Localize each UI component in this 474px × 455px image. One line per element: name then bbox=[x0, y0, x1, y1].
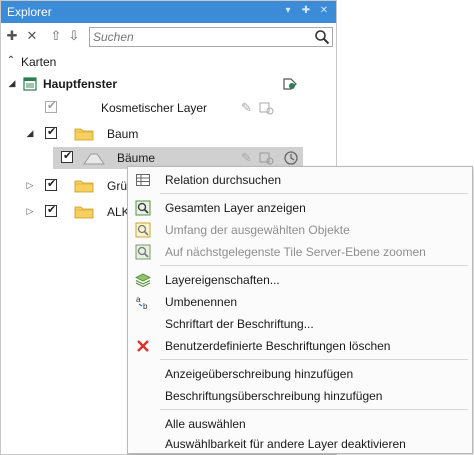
add-icon[interactable]: ✚ bbox=[5, 29, 19, 43]
layer-label: Bäume bbox=[117, 151, 156, 165]
group-checkbox[interactable]: ✔ bbox=[45, 126, 57, 139]
map-node-hauptfenster[interactable]: ◢ Hauptfenster bbox=[1, 73, 336, 95]
search-icon[interactable] bbox=[314, 29, 330, 45]
group-checkbox[interactable]: ✔ bbox=[45, 204, 57, 217]
menu-item-beschriftungsueberschreibung[interactable]: Beschriftungsüberschreibung hinzufügen bbox=[128, 385, 472, 407]
map-icon bbox=[23, 77, 37, 91]
collapse-arrow-icon[interactable]: ⌃ bbox=[6, 56, 16, 66]
explorer-titlebar: Explorer ▾ ✚ ✕ bbox=[1, 1, 336, 23]
folder-icon bbox=[74, 206, 94, 219]
zoom-layer-icon bbox=[135, 200, 151, 216]
group-row-baum[interactable]: ◢ ✔ Baum bbox=[1, 123, 336, 145]
menu-item-umbenennen[interactable]: a b Umbenennen bbox=[128, 291, 472, 313]
menu-item-label: Auf nächstgelegenste Tile Server-Ebene z… bbox=[165, 245, 426, 259]
menu-item-label: Alle auswählen bbox=[165, 417, 246, 431]
pin-icon[interactable]: ✚ bbox=[299, 4, 313, 18]
layers-icon bbox=[135, 273, 151, 288]
panel-title: Explorer bbox=[7, 5, 52, 19]
menu-item-label: Layereigenschaften... bbox=[165, 273, 280, 287]
svg-text:a: a bbox=[136, 295, 141, 304]
map-label: Hauptfenster bbox=[43, 77, 118, 91]
move-down-icon[interactable]: ⇩ bbox=[67, 29, 81, 43]
panel-menu-icon[interactable]: ▾ bbox=[281, 4, 295, 18]
menu-item-label: Beschriftungsüberschreibung hinzufügen bbox=[165, 389, 383, 403]
menu-item-schriftart[interactable]: Schriftart der Beschriftung... bbox=[128, 313, 472, 335]
polygon-layer-icon bbox=[83, 153, 105, 165]
group-checkbox[interactable]: ✔ bbox=[45, 178, 57, 191]
menu-separator bbox=[160, 193, 468, 194]
move-up-icon[interactable]: ⇧ bbox=[49, 29, 63, 43]
section-karten[interactable]: ⌃ Karten bbox=[1, 51, 336, 73]
search-box bbox=[89, 27, 333, 47]
expanded-arrow-icon[interactable]: ◢ bbox=[25, 128, 35, 138]
menu-item-anzeigeueberschreibung[interactable]: Anzeigeüberschreibung hinzufügen bbox=[128, 363, 472, 385]
menu-item-label: Anzeigeüberschreibung hinzufügen bbox=[165, 367, 354, 381]
folder-icon bbox=[74, 180, 94, 193]
menu-item-label: Benutzerdefinierte Beschriftungen lösche… bbox=[165, 339, 391, 353]
menu-item-beschriftungen-loeschen[interactable]: Benutzerdefinierte Beschriftungen lösche… bbox=[128, 335, 472, 357]
layer-options-icon[interactable] bbox=[259, 150, 275, 166]
folder-icon bbox=[74, 128, 94, 141]
delete-icon bbox=[137, 340, 149, 352]
map-settings-icon[interactable] bbox=[282, 76, 298, 92]
visibility-scale-icon[interactable] bbox=[283, 150, 299, 166]
rename-icon: a b bbox=[136, 295, 148, 310]
menu-item-gesamten-layer[interactable]: Gesamten Layer anzeigen bbox=[128, 197, 472, 219]
collapsed-arrow-icon[interactable]: ▷ bbox=[25, 206, 35, 216]
group-label: Grü bbox=[107, 179, 128, 193]
menu-separator bbox=[160, 409, 468, 410]
layer-label: Kosmetischer Layer bbox=[101, 101, 208, 115]
menu-item-label: Umfang der ausgewählten Objekte bbox=[165, 223, 350, 237]
menu-item-label: Schriftart der Beschriftung... bbox=[165, 317, 314, 331]
menu-item-label: Umbenennen bbox=[165, 295, 238, 309]
menu-separator bbox=[160, 359, 468, 360]
zoom-tile-icon bbox=[135, 244, 151, 260]
pencil-icon[interactable]: ✎ bbox=[241, 100, 252, 116]
menu-item-auswaehlbarkeit-deaktivieren[interactable]: Auswählbarkeit für andere Layer deaktivi… bbox=[128, 433, 472, 455]
explorer-toolbar: ✚ ✕ ⇧ ⇩ bbox=[1, 25, 336, 49]
menu-item-label: Relation durchsuchen bbox=[165, 173, 282, 187]
menu-item-label: Auswählbarkeit für andere Layer deaktivi… bbox=[165, 437, 406, 451]
menu-item-tile-server-zoom[interactable]: Auf nächstgelegenste Tile Server-Ebene z… bbox=[128, 241, 472, 263]
section-label: Karten bbox=[21, 55, 57, 69]
collapsed-arrow-icon[interactable]: ▷ bbox=[25, 180, 35, 190]
layer-checkbox[interactable]: ✔ bbox=[61, 150, 73, 163]
pencil-icon[interactable]: ✎ bbox=[241, 150, 252, 166]
menu-item-alle-auswaehlen[interactable]: Alle auswählen bbox=[128, 413, 472, 435]
context-menu: Relation durchsuchen Gesamten Layer anze… bbox=[127, 166, 473, 454]
menu-item-relation-durchsuchen[interactable]: Relation durchsuchen bbox=[128, 169, 472, 191]
expanded-arrow-icon[interactable]: ◢ bbox=[7, 78, 17, 88]
layer-row-kosmetisch[interactable]: ✔ Kosmetischer Layer ✎ bbox=[1, 97, 336, 119]
layer-options-icon[interactable] bbox=[259, 100, 275, 116]
layer-checkbox[interactable]: ✔ bbox=[45, 100, 57, 113]
svg-text:b: b bbox=[143, 302, 148, 310]
close-icon[interactable]: ✕ bbox=[317, 4, 331, 18]
search-input[interactable] bbox=[93, 29, 308, 45]
menu-item-label: Gesamten Layer anzeigen bbox=[165, 201, 306, 215]
zoom-selection-icon bbox=[135, 222, 151, 238]
group-label: Baum bbox=[107, 127, 139, 141]
menu-item-layereigenschaften[interactable]: Layereigenschaften... bbox=[128, 269, 472, 291]
table-icon bbox=[136, 174, 150, 186]
menu-item-umfang-auswahl[interactable]: Umfang der ausgewählten Objekte bbox=[128, 219, 472, 241]
menu-separator bbox=[160, 265, 468, 266]
remove-icon[interactable]: ✕ bbox=[25, 29, 39, 43]
